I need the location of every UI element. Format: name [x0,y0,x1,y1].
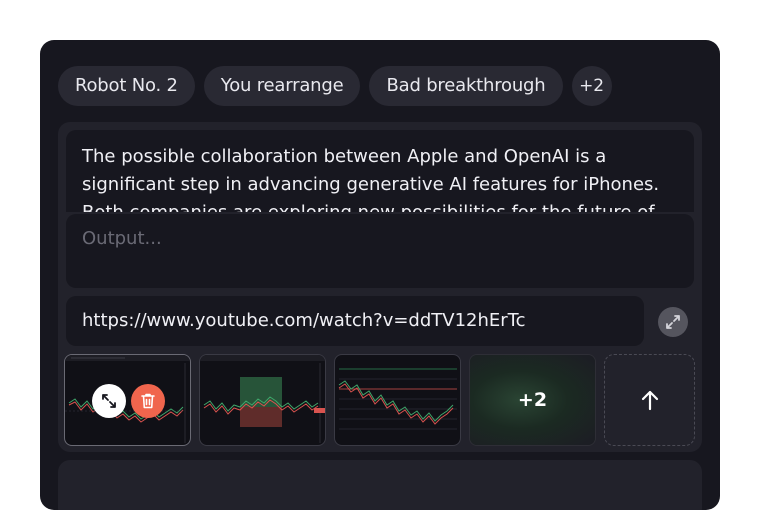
bottom-panel [58,460,702,510]
expand-image-button[interactable] [92,384,126,418]
chart-screenshot-image [65,355,190,443]
tag-chip-1[interactable]: Robot No. 2 [58,66,195,106]
image-thumbnails: +2 [64,354,695,446]
more-images-count: +2 [517,389,548,411]
tag-list: Robot No. 2 You rearrange Bad breakthrou… [58,66,612,106]
output-field[interactable]: Output... [66,214,694,288]
chart-screenshot-image [200,355,325,443]
input-panel: The possible collaboration between Apple… [58,122,702,452]
thumbnail-2[interactable] [199,354,326,446]
composer-card: Robot No. 2 You rearrange Bad breakthrou… [40,40,720,510]
more-tags-chip[interactable]: +2 [571,66,612,106]
tag-chip-2[interactable]: You rearrange [203,66,361,106]
trash-icon [141,393,155,409]
thumbnail-1[interactable] [64,354,191,446]
arrow-up-icon [641,390,658,411]
more-images-thumbnail[interactable]: +2 [469,354,596,446]
prompt-text: The possible collaboration between Apple… [82,146,660,212]
prompt-text-area[interactable]: The possible collaboration between Apple… [66,130,694,212]
expand-icon [102,394,116,408]
url-input[interactable]: https://www.youtube.com/watch?v=ddTV12hE… [66,296,644,346]
upload-image-button[interactable] [604,354,695,446]
tag-chip-3[interactable]: Bad breakthrough [369,66,563,106]
url-value: https://www.youtube.com/watch?v=ddTV12hE… [82,310,526,331]
output-placeholder: Output... [82,228,162,249]
delete-image-button[interactable] [131,384,165,418]
expand-icon [666,315,680,329]
thumbnail-3[interactable] [334,354,461,446]
chart-screenshot-image [338,368,457,430]
expand-url-button[interactable] [658,307,688,337]
